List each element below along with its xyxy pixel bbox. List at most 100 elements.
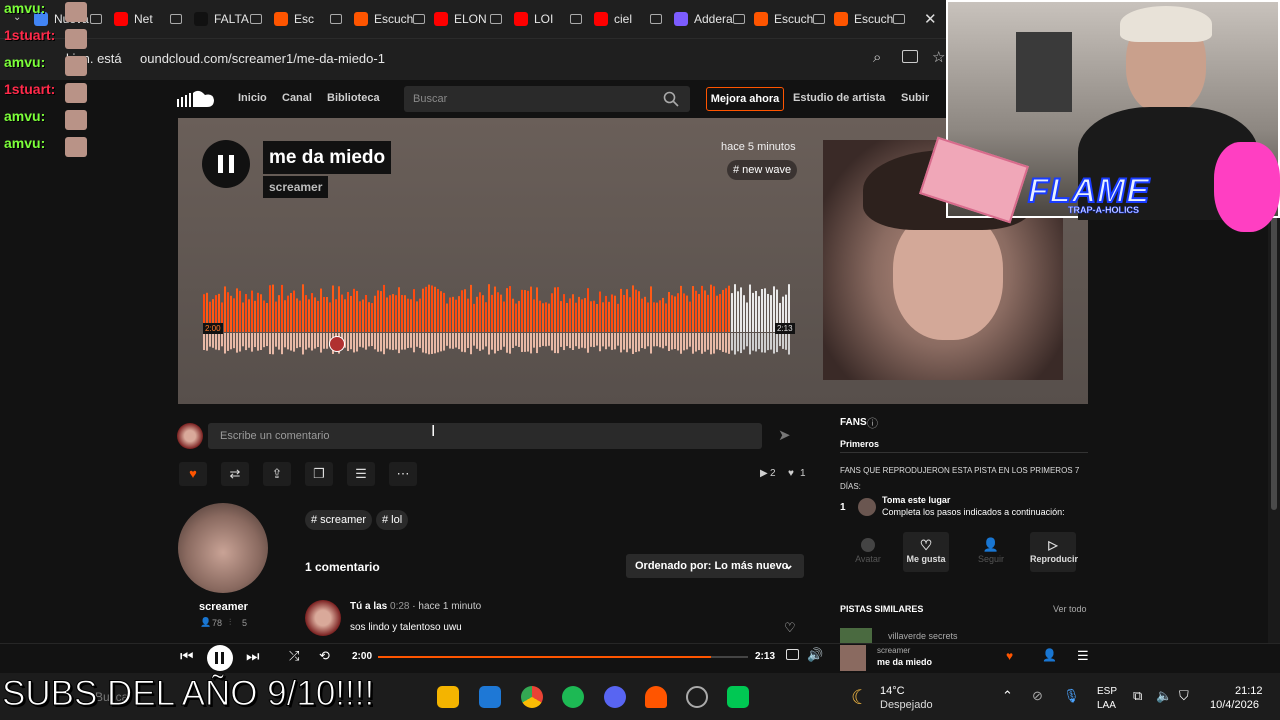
waveform-reflection-bar bbox=[653, 333, 655, 347]
followers-count[interactable]: 78 bbox=[212, 618, 222, 628]
search-icon[interactable] bbox=[663, 91, 679, 107]
browser-tab[interactable]: Escuch bbox=[828, 0, 908, 38]
pause-button[interactable] bbox=[202, 140, 250, 188]
waveform-bar bbox=[395, 295, 397, 332]
next-icon[interactable]: ⏭ bbox=[246, 648, 260, 665]
waveform-bar bbox=[551, 293, 553, 332]
genre-tag[interactable]: # new wave bbox=[727, 160, 798, 180]
share-button[interactable]: ⇪ bbox=[263, 462, 291, 486]
kick-icon[interactable] bbox=[727, 686, 749, 708]
clock-time[interactable]: 21:12 bbox=[1235, 685, 1263, 697]
add-to-playlist-button[interactable]: ☰ bbox=[347, 462, 375, 486]
bookmark-star-icon[interactable]: ☆ bbox=[932, 48, 945, 66]
volume-icon[interactable]: 🔊 bbox=[807, 647, 823, 663]
obs-icon[interactable] bbox=[686, 686, 708, 708]
waveform-bar bbox=[386, 297, 388, 332]
follow-button[interactable]: 👤 Seguir bbox=[968, 532, 1014, 572]
browser-tab[interactable]: Escuch bbox=[348, 0, 428, 38]
send-comment-icon[interactable]: ➤ bbox=[778, 426, 791, 444]
info-icon[interactable]: ⓘ bbox=[867, 415, 878, 431]
uploader-name[interactable]: screamer bbox=[199, 601, 248, 613]
mic-icon[interactable]: 🎙 bbox=[1063, 688, 1080, 704]
browser-tab[interactable]: Net bbox=[108, 0, 188, 38]
waveform-bar bbox=[245, 294, 247, 332]
upgrade-button[interactable]: Mejora ahora bbox=[706, 87, 784, 111]
player-follow-icon[interactable]: 👤 bbox=[1042, 648, 1057, 662]
shield-icon[interactable]: ⛉ bbox=[1179, 688, 1189, 704]
player-artist[interactable]: screamer bbox=[877, 646, 910, 655]
player-progress[interactable] bbox=[378, 656, 748, 658]
soundcloud-logo-icon[interactable] bbox=[177, 89, 215, 109]
spotify-icon[interactable] bbox=[562, 686, 584, 708]
repeat-icon[interactable]: ⟲ bbox=[319, 648, 330, 664]
queue-icon[interactable]: ☰ bbox=[1077, 648, 1089, 664]
search-input[interactable]: Buscar bbox=[404, 86, 690, 112]
more-button[interactable]: ⋯ bbox=[389, 462, 417, 486]
nav-canal[interactable]: Canal bbox=[282, 92, 312, 104]
previous-icon[interactable]: ⏮ bbox=[180, 648, 194, 665]
player-thumbnail[interactable] bbox=[840, 645, 866, 671]
tray-network-off-icon[interactable]: ⊘ bbox=[1032, 688, 1043, 704]
tray-chevron-icon[interactable]: ⌃ bbox=[1002, 688, 1013, 704]
fan-avatar-button[interactable]: Avatar bbox=[845, 532, 891, 572]
soundcloud-app-icon[interactable] bbox=[645, 686, 667, 708]
player-like-icon[interactable]: ♥ bbox=[1006, 649, 1013, 663]
browser-tab[interactable]: ELON bbox=[428, 0, 508, 38]
comment-like-icon[interactable]: ♡ bbox=[784, 620, 796, 636]
language-laa[interactable]: LAA bbox=[1097, 700, 1116, 711]
browser-tab[interactable]: Addera bbox=[668, 0, 748, 38]
language-esp[interactable]: ESP bbox=[1097, 686, 1117, 697]
cast-icon[interactable] bbox=[786, 649, 799, 660]
browser-tab[interactable]: FALTA bbox=[188, 0, 268, 38]
browser-tab[interactable]: Esc bbox=[268, 0, 348, 38]
file-explorer-icon[interactable] bbox=[437, 686, 459, 708]
waveform-bar bbox=[746, 302, 748, 332]
similar-thumbnail[interactable] bbox=[840, 628, 872, 643]
comment-author[interactable]: Tú a las bbox=[350, 601, 387, 612]
track-artist[interactable]: screamer bbox=[263, 176, 329, 198]
nav-inicio[interactable]: Inicio bbox=[238, 92, 267, 104]
comment-avatar[interactable] bbox=[305, 600, 341, 636]
repost-button[interactable]: ⇄ bbox=[221, 462, 249, 486]
waveform[interactable] bbox=[203, 280, 793, 360]
chrome-icon[interactable] bbox=[521, 686, 543, 708]
tracks-count[interactable]: 5 bbox=[242, 618, 247, 628]
sort-dropdown[interactable]: Ordenado por: Lo más nuevo ⌄ bbox=[626, 554, 804, 578]
install-app-icon[interactable] bbox=[902, 50, 918, 63]
new-tab-icon[interactable]: ✕ bbox=[924, 10, 937, 28]
nav-biblioteca[interactable]: Biblioteca bbox=[327, 92, 380, 104]
player-title[interactable]: me da miedo bbox=[877, 657, 932, 667]
waveform-reflection-bar bbox=[596, 333, 598, 346]
discord-icon[interactable] bbox=[604, 686, 626, 708]
zoom-icon[interactable]: ⌕ bbox=[873, 49, 881, 66]
weather-temp[interactable]: 14°C bbox=[880, 685, 905, 697]
player-pause-button[interactable] bbox=[207, 645, 233, 671]
clock-date[interactable]: 10/4/2026 bbox=[1210, 699, 1259, 711]
copy-link-button[interactable]: ❐ bbox=[305, 462, 333, 486]
fans-tab-primeros[interactable]: Primeros bbox=[840, 439, 879, 449]
browser-tab[interactable]: Escuch bbox=[748, 0, 828, 38]
comment-timestamp[interactable]: 0:28 bbox=[390, 601, 409, 612]
see-all-link[interactable]: Ver todo bbox=[1053, 604, 1087, 614]
browser-tab[interactable]: ciel bbox=[588, 0, 668, 38]
like-button[interactable]: ♥ bbox=[179, 462, 207, 486]
play-button[interactable]: ▷ Reproducir bbox=[1030, 532, 1078, 572]
similar-track-title[interactable]: villaverde secrets bbox=[888, 631, 958, 641]
browser-tab[interactable]: LOI bbox=[508, 0, 588, 38]
waveform-reflection-bar bbox=[698, 333, 700, 351]
waveform-comment-avatar[interactable] bbox=[329, 336, 345, 352]
like-track-button[interactable]: ♡ Me gusta bbox=[903, 532, 949, 572]
tag-lol[interactable]: # lol bbox=[376, 510, 409, 530]
waveform-bar bbox=[722, 289, 724, 332]
uploader-avatar[interactable] bbox=[178, 503, 268, 593]
comment-input[interactable]: Escribe un comentario bbox=[208, 423, 762, 449]
shuffle-icon[interactable]: ⤮ bbox=[289, 648, 299, 664]
store-icon[interactable] bbox=[479, 686, 501, 708]
speaker-icon[interactable]: 🔈 bbox=[1156, 688, 1172, 704]
upload-link[interactable]: Subir bbox=[901, 92, 929, 104]
url-text[interactable]: oundcloud.com/screamer1/me-da-miedo-1 bbox=[140, 51, 385, 66]
artist-studio-link[interactable]: Estudio de artista bbox=[793, 92, 885, 104]
display-icon[interactable]: ⧉ bbox=[1133, 688, 1142, 704]
weather-desc[interactable]: Despejado bbox=[880, 699, 933, 711]
tag-screamer[interactable]: # screamer bbox=[305, 510, 373, 530]
